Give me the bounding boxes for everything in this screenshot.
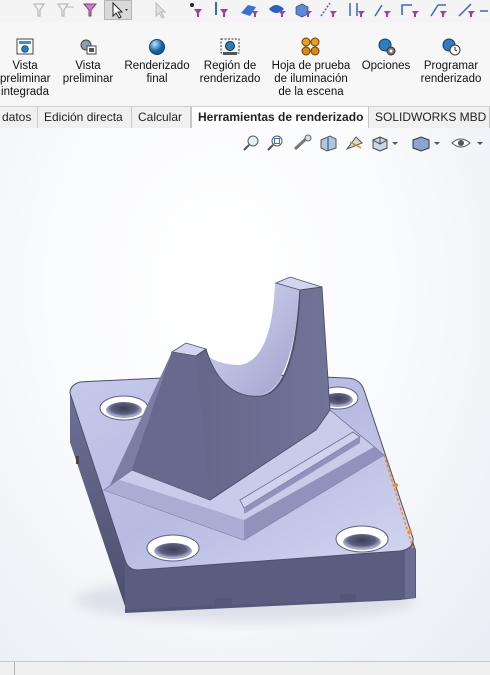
select-tool-button[interactable]: [104, 0, 132, 20]
filter-selection-icon[interactable]: [82, 1, 102, 19]
render-region-icon: [220, 38, 240, 55]
tab-edicion-directa[interactable]: Edición directa: [38, 107, 132, 128]
tab-solidworks-mbd[interactable]: SOLIDWORKS MBD: [369, 107, 490, 128]
select-axis-icon[interactable]: [428, 1, 450, 19]
select-loop-icon[interactable]: [398, 1, 422, 19]
options-gear-icon: [378, 38, 396, 56]
select-vertex-icon[interactable]: [188, 1, 206, 19]
integrated-preview-icon: [16, 38, 34, 55]
tab-herramientas-de-renderizado[interactable]: Herramientas de renderizado: [191, 107, 369, 129]
tab-calcular[interactable]: Calcular: [132, 107, 191, 128]
filter-icon[interactable]: [32, 1, 46, 19]
select-sketch-icon[interactable]: [318, 1, 340, 19]
top-command-toolbar: [0, 0, 490, 23]
final-render-icon: [149, 39, 165, 55]
scene-proof-sheet-icon: [301, 37, 320, 56]
preview-window-button[interactable]: Vista preliminar: [60, 37, 116, 86]
select-edge-icon[interactable]: [212, 1, 232, 19]
select-dimension-icon[interactable]: [346, 1, 368, 19]
integrated-preview-button[interactable]: Vista preliminar integrada: [0, 37, 51, 99]
schedule-render-icon: [442, 38, 461, 56]
status-bar-divider: [14, 662, 15, 675]
select-point-icon[interactable]: [372, 1, 394, 19]
status-bar: [0, 661, 490, 675]
final-render-button[interactable]: Renderizado final: [122, 37, 192, 86]
select-plane-icon[interactable]: [456, 1, 478, 19]
render-tools-ribbon: Vista preliminar integrada Vista prelimi…: [0, 22, 490, 106]
select-more-icon[interactable]: [478, 1, 490, 19]
select-other-icon[interactable]: [150, 1, 170, 19]
scene-proof-sheet-button[interactable]: Hoja de prueba de iluminación de la esce…: [268, 37, 354, 99]
preview-window-icon: [80, 39, 97, 55]
render-region-button[interactable]: Región de renderizado: [198, 37, 262, 86]
select-surface-icon[interactable]: [266, 1, 288, 19]
select-face-icon[interactable]: [238, 1, 260, 19]
select-body-icon[interactable]: [292, 1, 314, 19]
bracket-part-3d-model[interactable]: [0, 128, 490, 661]
graphics-area[interactable]: [0, 128, 490, 661]
tab-datos[interactable]: datos: [0, 107, 38, 128]
filter-multi-icon[interactable]: [56, 1, 76, 19]
schedule-render-button[interactable]: Programar renderizado: [418, 37, 484, 86]
cursor-arrow-icon: [112, 1, 128, 19]
command-manager-tabs: datos Edición directa Calcular Herramien…: [0, 106, 490, 129]
options-button[interactable]: Opciones: [358, 37, 414, 73]
